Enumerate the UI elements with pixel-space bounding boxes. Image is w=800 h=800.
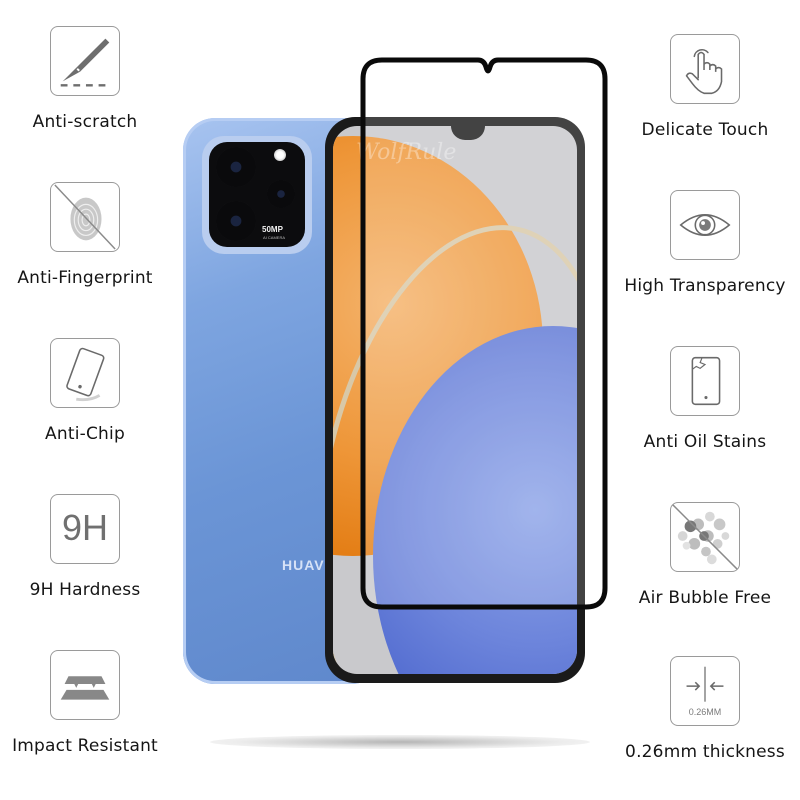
- feature-air-bubble-free: Air Bubble Free: [615, 502, 795, 608]
- feature-label: Anti Oil Stains: [643, 432, 767, 452]
- feature-anti-oil-stains: Anti Oil Stains: [615, 346, 795, 452]
- feature-label: Anti-scratch: [32, 112, 138, 132]
- camera-sublabel: AI CAMERA: [263, 235, 286, 240]
- cracked-phone-icon: [670, 346, 740, 416]
- eye-icon: [670, 190, 740, 260]
- feature-label: Anti-Chip: [45, 424, 125, 444]
- feature-9h-hardness: 9H 9H Hardness: [0, 494, 175, 600]
- thickness-icon-text: 0.26MM: [688, 707, 722, 717]
- feature-label: Anti-Fingerprint: [17, 268, 153, 288]
- feature-label: 0.26mm thickness: [625, 742, 785, 762]
- camera-label: 50MP: [262, 225, 283, 234]
- feature-high-transparency: High Transparency: [615, 190, 795, 296]
- 9h-icon-text: 9H: [61, 507, 109, 548]
- feature-anti-scratch: Anti-scratch: [0, 26, 175, 132]
- bubbles-crossed-icon: [670, 502, 740, 572]
- scalpel-icon: [50, 26, 120, 96]
- camera-lens: [216, 201, 256, 241]
- feature-label: Delicate Touch: [641, 120, 769, 140]
- brand-logo: HUAV: [282, 557, 325, 573]
- feature-anti-fingerprint: Anti-Fingerprint: [0, 182, 175, 288]
- thickness-arrows-icon: 0.26MM: [670, 656, 740, 726]
- screen-protector: [360, 57, 608, 610]
- flash-icon: [274, 149, 286, 161]
- feature-label: Air Bubble Free: [638, 588, 772, 608]
- feature-label: Impact Resistant: [12, 736, 158, 756]
- fingerprint-crossed-icon: [50, 182, 120, 252]
- feature-anti-chip: Anti-Chip: [0, 338, 175, 444]
- feature-label: 9H Hardness: [29, 580, 141, 600]
- feature-impact-resistant: Impact Resistant: [0, 650, 175, 756]
- tilted-phone-icon: [50, 338, 120, 408]
- floor-shadow: [210, 735, 590, 749]
- camera-lens: [267, 180, 295, 208]
- camera-lens: [216, 147, 256, 187]
- feature-label: High Transparency: [624, 276, 786, 296]
- feature-thickness: 0.26MM 0.26mm thickness: [615, 656, 795, 762]
- feature-delicate-touch: Delicate Touch: [615, 34, 795, 140]
- 9h-text-icon: 9H: [50, 494, 120, 564]
- touch-hand-icon: [670, 34, 740, 104]
- layers-impact-icon: [50, 650, 120, 720]
